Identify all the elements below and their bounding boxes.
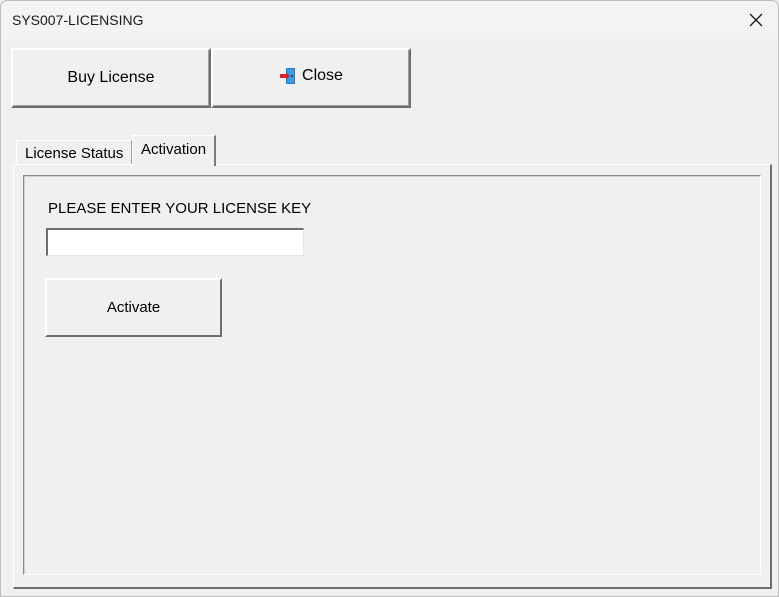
licensing-window: SYS007-LICENSING Buy License Close Licen…	[0, 0, 779, 597]
close-label: Close	[302, 67, 343, 84]
window-close-button[interactable]	[740, 5, 772, 35]
close-button[interactable]: Close	[211, 48, 411, 108]
activation-frame: PLEASE ENTER YOUR LICENSE KEY Activate	[23, 175, 761, 575]
door-exit-icon	[280, 68, 296, 84]
tab-activation[interactable]: Activation	[132, 135, 217, 166]
close-icon	[749, 13, 763, 27]
window-title: SYS007-LICENSING	[12, 12, 144, 28]
license-key-input[interactable]	[46, 228, 304, 256]
tab-label: Activation	[141, 141, 207, 158]
buy-license-label: Buy License	[67, 69, 155, 86]
activation-tab-panel: PLEASE ENTER YOUR LICENSE KEY Activate	[13, 164, 772, 589]
buy-license-button[interactable]: Buy License	[11, 48, 211, 108]
activate-button[interactable]: Activate	[45, 278, 222, 337]
activate-label: Activate	[106, 299, 161, 316]
tab-label: License Status	[25, 145, 124, 162]
title-bar: SYS007-LICENSING	[1, 1, 778, 39]
license-key-prompt: PLEASE ENTER YOUR LICENSE KEY	[48, 200, 312, 217]
tab-license-status[interactable]: License Status	[16, 140, 133, 165]
